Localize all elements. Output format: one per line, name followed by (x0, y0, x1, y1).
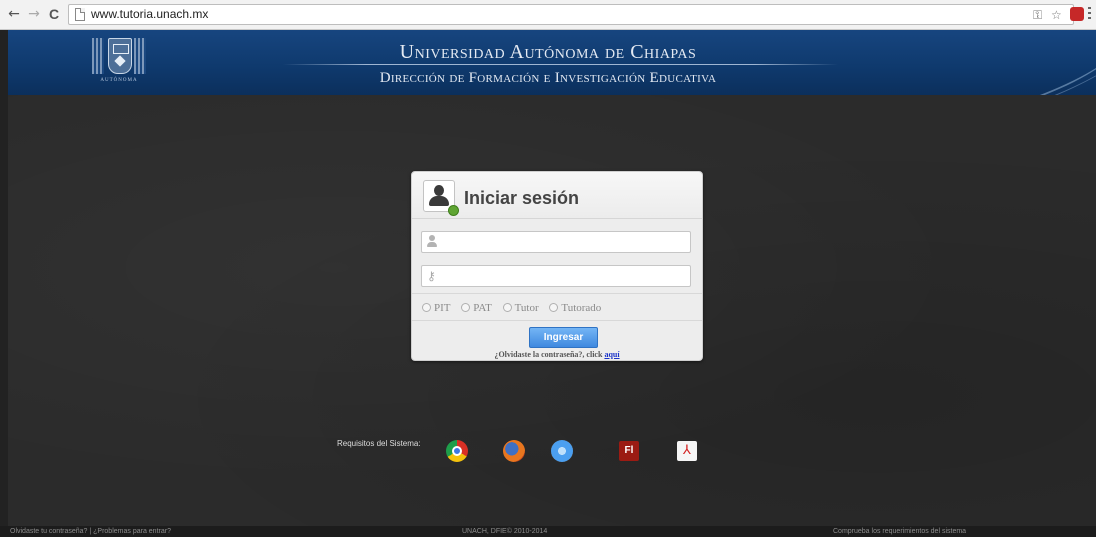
star-icon[interactable]: ☆ (1051, 8, 1062, 22)
url-text[interactable]: www.tutoria.unach.mx (91, 7, 208, 21)
university-logo[interactable]: AUTÓNOMA (86, 36, 152, 88)
role-option-tutorado[interactable]: Tutorado (549, 302, 601, 314)
page-icon (75, 8, 85, 21)
header-divider (283, 64, 838, 65)
login-panel: Iniciar sesión ⚷ PIT PAT Tutor Tutorado … (411, 171, 703, 361)
username-field[interactable] (421, 231, 691, 253)
flash-icon[interactable]: Fl (619, 441, 639, 461)
key-icon[interactable]: ⚿ (1033, 8, 1042, 23)
radio-icon[interactable] (422, 303, 431, 312)
key-icon: ⚷ (427, 269, 436, 283)
footer-copyright: UNACH, DFIE© 2010-2014 (462, 528, 548, 535)
user-login-icon (423, 180, 459, 216)
menu-icon[interactable] (1088, 7, 1091, 21)
browser-toolbar: ← → C www.tutoria.unach.mx ⚿ ☆ (0, 0, 1096, 30)
footer-help-links[interactable]: Olvidaste tu contraseña? | ¿Problemas pa… (10, 526, 171, 537)
page-title: Universidad Autónoma de Chiapas (399, 41, 697, 63)
radio-icon[interactable] (461, 303, 471, 312)
forgot-password-link[interactable]: aquí (604, 350, 619, 359)
password-input[interactable] (442, 268, 690, 286)
safari-icon[interactable] (551, 440, 573, 462)
radio-icon[interactable] (549, 303, 559, 312)
requirements-label: Requisitos del Sistema: (337, 439, 421, 448)
password-field[interactable]: ⚷ (421, 265, 691, 287)
role-option-tutor[interactable]: Tutor (502, 302, 539, 314)
footer: Olvidaste tu contraseña? | ¿Problemas pa… (0, 526, 1096, 537)
footer-requirements-link[interactable]: Comprueba los requerimientos del sistema (833, 526, 966, 537)
address-bar[interactable]: www.tutoria.unach.mx ⚿ ☆ (68, 4, 1074, 25)
forward-icon[interactable]: → (26, 6, 42, 22)
submit-button[interactable]: Ingresar (529, 327, 598, 348)
page-subtitle: Dirección de Formación e Investigación E… (379, 70, 717, 86)
status-badge (448, 205, 459, 216)
chrome-icon[interactable] (446, 440, 468, 462)
role-selector: PIT PAT Tutor Tutorado (422, 302, 609, 316)
radio-icon[interactable] (502, 303, 512, 312)
reload-icon[interactable]: C (46, 6, 62, 22)
back-icon[interactable]: ← (6, 6, 22, 22)
role-option-pat[interactable]: PAT (461, 302, 492, 314)
firefox-icon[interactable] (503, 440, 525, 462)
pdf-icon[interactable]: ⅄ (677, 441, 697, 461)
login-header: Iniciar sesión (412, 172, 702, 219)
username-input[interactable] (442, 234, 690, 252)
login-title: Iniciar sesión (464, 188, 580, 208)
extension-icon[interactable] (1070, 7, 1084, 21)
site-header: AUTÓNOMA Universidad Autónoma de Chiapas… (8, 30, 1096, 95)
forgot-password-text: ¿Olvidaste la contraseña?, click aquí (494, 350, 620, 359)
shield-icon (108, 38, 132, 74)
logo-caption: AUTÓNOMA (100, 78, 138, 83)
left-strip (0, 30, 8, 526)
role-option-pit[interactable]: PIT (422, 302, 451, 314)
